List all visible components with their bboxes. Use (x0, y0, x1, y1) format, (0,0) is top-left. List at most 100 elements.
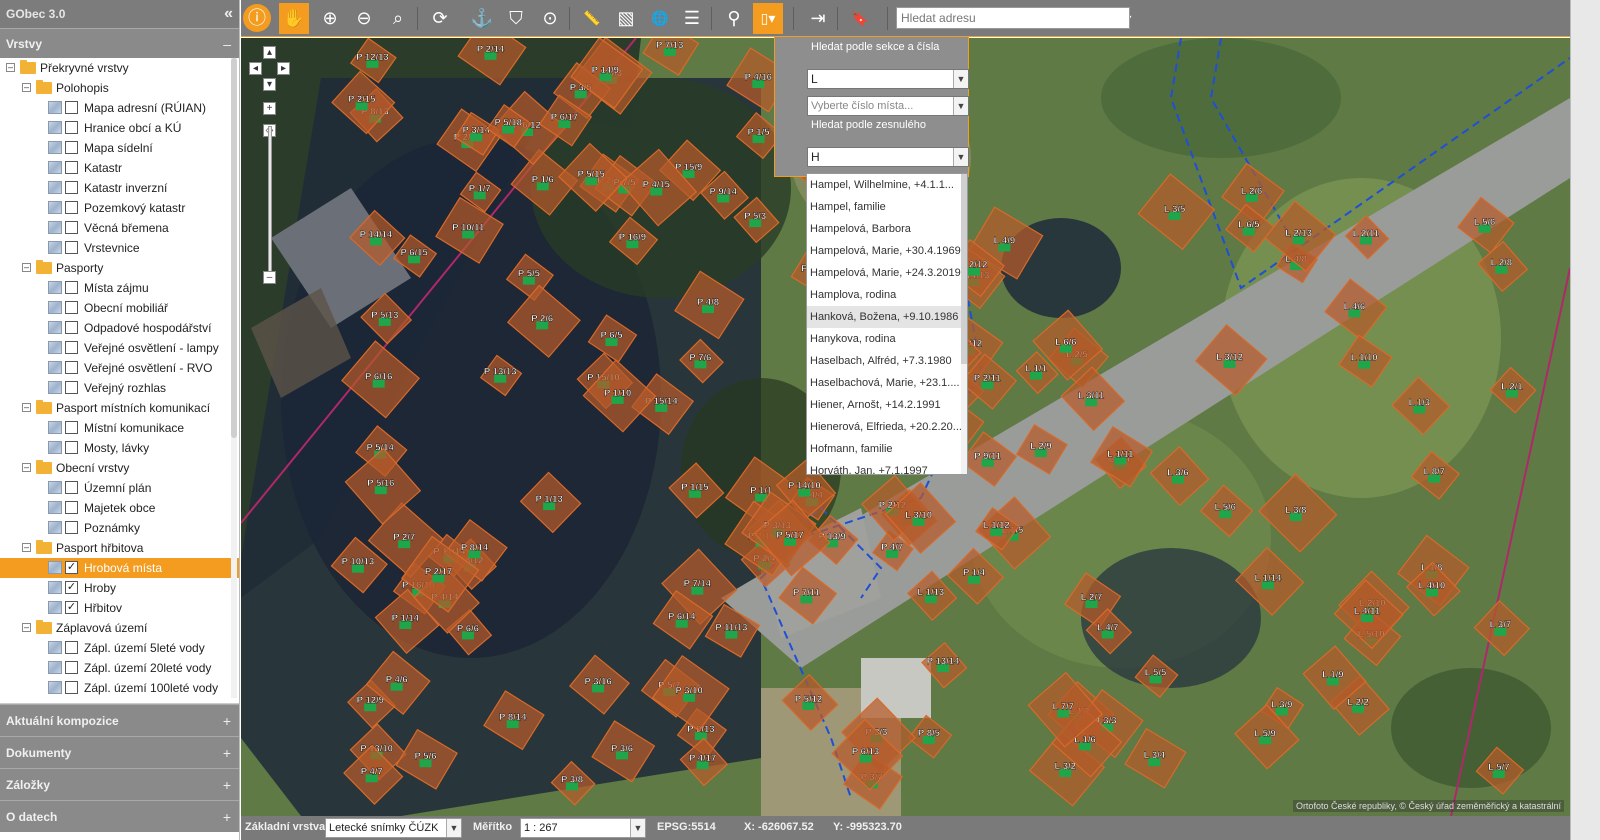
layer-group[interactable]: – Pasporty (0, 258, 239, 278)
layer-item[interactable]: ✓ Hroby (0, 578, 239, 598)
refresh-icon[interactable]: ⟳ (425, 3, 455, 34)
layer-group[interactable]: – Obecní vrstvy (0, 458, 239, 478)
layer-group[interactable]: – Polohopis (0, 78, 239, 98)
chevron-down-icon[interactable]: ▼ (953, 97, 968, 115)
layer-item[interactable]: Mapa adresní (RÚIAN) (0, 98, 239, 118)
zoom-slider-track[interactable] (268, 126, 272, 276)
list-icon[interactable]: ☰ (677, 3, 707, 34)
layer-checkbox[interactable] (65, 481, 78, 494)
result-list-item[interactable]: Hanykova, rodina (807, 328, 967, 350)
crosshair-icon[interactable]: ⊙ (535, 3, 565, 34)
layer-item[interactable]: Zápl. území 5leté vody (0, 638, 239, 658)
zoom-select-icon[interactable]: ⌕ (383, 3, 413, 34)
chevron-down-icon[interactable]: ▼ (953, 148, 968, 166)
accordion-panel-header[interactable]: Aktuální kompozice + (0, 704, 239, 736)
collapse-toggle-icon[interactable]: – (22, 543, 31, 552)
layer-checkbox[interactable] (65, 141, 78, 154)
layer-checkbox[interactable] (65, 121, 78, 134)
result-list-item[interactable]: Hampel, familie (807, 196, 967, 218)
layer-checkbox[interactable] (65, 181, 78, 194)
pan-right-icon[interactable]: ▸ (277, 62, 290, 75)
layer-item[interactable]: Katastr inverzní (0, 178, 239, 198)
layer-checkbox[interactable]: ✓ (65, 601, 78, 614)
layer-item[interactable]: Odpadové hospodářství (0, 318, 239, 338)
collapse-toggle-icon[interactable]: – (22, 623, 31, 632)
layer-group[interactable]: – Pasport hřbitova (0, 538, 239, 558)
bookmark-icon[interactable]: 🔖 (845, 3, 875, 34)
collapse-toggle-icon[interactable]: – (22, 403, 31, 412)
layer-checkbox[interactable] (65, 441, 78, 454)
layer-checkbox[interactable] (65, 641, 78, 654)
layer-item[interactable]: Poznámky (0, 518, 239, 538)
layer-checkbox[interactable] (65, 661, 78, 674)
layer-item[interactable]: Hranice obcí a KÚ (0, 118, 239, 138)
layer-item[interactable]: Mapa sídelní (0, 138, 239, 158)
layer-checkbox[interactable] (65, 101, 78, 114)
layers-panel-header[interactable]: Vrstvy – (0, 28, 239, 58)
layer-checkbox[interactable] (65, 281, 78, 294)
area-measure-icon[interactable]: ▧ (611, 3, 641, 34)
collapse-toggle-icon[interactable]: – (22, 463, 31, 472)
layer-item[interactable]: Vrstevnice (0, 238, 239, 258)
layer-item[interactable]: Pozemkový katastr (0, 198, 239, 218)
zoom-in-map-icon[interactable]: + (263, 102, 276, 115)
layer-group[interactable]: – Překryvné vrstvy (0, 58, 239, 78)
collapse-sidebar-icon[interactable]: « (224, 0, 233, 28)
zoom-in-icon[interactable]: ⊕ (315, 3, 345, 34)
section-select[interactable]: L ▼ (807, 69, 969, 89)
result-list-item[interactable]: Hofmann, familie (807, 438, 967, 460)
layer-checkbox[interactable] (65, 201, 78, 214)
zoom-out-map-icon[interactable]: – (263, 271, 276, 284)
pan-down-icon[interactable]: ▾ (263, 78, 276, 91)
expand-panel-icon[interactable]: + (223, 705, 231, 737)
result-list-item[interactable]: Hampelová, Marie, +30.4.1969 (807, 240, 967, 262)
layer-checkbox[interactable] (65, 221, 78, 234)
base-layer-select[interactable]: Letecké snímky ČÚZK ▼ (325, 818, 462, 838)
pan-up-icon[interactable]: ▴ (263, 46, 276, 59)
layer-item[interactable]: Obecní mobiliář (0, 298, 239, 318)
zoom-out-icon[interactable]: ⊖ (349, 3, 379, 34)
layer-checkbox[interactable] (65, 321, 78, 334)
layer-checkbox[interactable]: ✓ (65, 581, 78, 594)
layer-item[interactable]: Zápl. území 20leté vody (0, 658, 239, 678)
person-location-icon[interactable]: ⛉ (501, 3, 531, 34)
layer-checkbox[interactable] (65, 681, 78, 694)
layer-checkbox[interactable] (65, 521, 78, 534)
expand-panel-icon[interactable]: + (223, 737, 231, 769)
collapse-toggle-icon[interactable]: – (6, 63, 15, 72)
result-list-item[interactable]: Horváth, Jan, +7.1.1997 (807, 460, 967, 474)
result-list-item[interactable]: Hamplova, rodina (807, 284, 967, 306)
layer-checkbox[interactable] (65, 341, 78, 354)
pan-hand-icon[interactable]: ✋ (279, 3, 309, 34)
layer-checkbox[interactable] (65, 161, 78, 174)
results-scrollbar[interactable] (961, 174, 967, 474)
expand-panel-icon[interactable]: + (223, 801, 231, 833)
layer-item[interactable]: Veřejné osvětlení - lampy (0, 338, 239, 358)
globe-icon[interactable]: 🌐 (645, 3, 675, 34)
layer-item[interactable]: ✓ Hřbitov (0, 598, 239, 618)
grave-search-icon[interactable]: ▯▾ (753, 3, 783, 34)
layer-item[interactable]: Katastr (0, 158, 239, 178)
expand-panel-icon[interactable]: + (223, 769, 231, 801)
layer-item[interactable]: Mosty, lávky (0, 438, 239, 458)
ruler-icon[interactable]: 📏 (577, 3, 607, 34)
result-list-item[interactable]: Hampelová, Barbora (807, 218, 967, 240)
result-list-item[interactable]: Haselbachová, Marie, +23.1.... (807, 372, 967, 394)
anchor-icon[interactable]: ⚓ (467, 3, 497, 34)
info-icon[interactable]: ⓘ (243, 4, 271, 32)
collapse-toggle-icon[interactable]: – (22, 263, 31, 272)
chevron-down-icon[interactable]: ▼ (953, 70, 968, 88)
result-list-item[interactable]: Hiener, Arnošt, +14.2.1991 (807, 394, 967, 416)
goto-icon[interactable]: ⇥ (803, 3, 833, 34)
layer-checkbox[interactable]: ✓ (65, 561, 78, 574)
accordion-panel-header[interactable]: O datech + (0, 800, 239, 832)
pan-left-icon[interactable]: ◂ (249, 62, 262, 75)
result-list-item[interactable]: Haselbach, Alfréd, +7.3.1980 (807, 350, 967, 372)
layer-item[interactable]: ✓ Hrobová místa (0, 558, 239, 578)
layer-checkbox[interactable] (65, 301, 78, 314)
result-list-item[interactable]: Hampelová, Marie, +24.3.2019 (807, 262, 967, 284)
chevron-down-icon[interactable]: ▼ (446, 819, 461, 837)
collapse-toggle-icon[interactable]: – (22, 83, 31, 92)
layer-checkbox[interactable] (65, 241, 78, 254)
result-list-item[interactable]: Hienerová, Elfrieda, +20.2.20... (807, 416, 967, 438)
